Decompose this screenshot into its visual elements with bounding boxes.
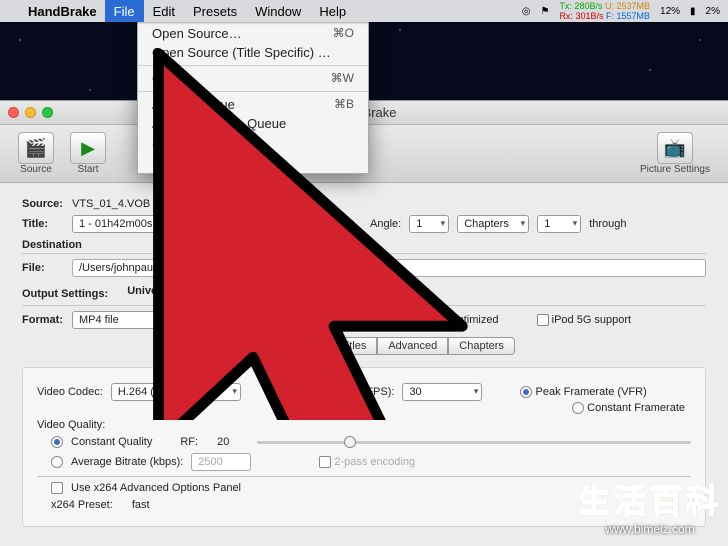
corner-percent: 2% xyxy=(706,6,720,17)
quality-slider[interactable] xyxy=(257,441,691,444)
two-pass-label: 2-pass encoding xyxy=(334,456,415,468)
os-menubar: HandBrake File Edit Presets Window Help … xyxy=(0,0,728,22)
title-label: Title: xyxy=(22,218,64,230)
network-stats: Tx: 280B/s U: 2537MB Rx: 301B/s F: 1557M… xyxy=(559,1,650,21)
source-value: VTS_01_4.VOB xyxy=(72,198,150,210)
menubar-icon-creative[interactable]: ◎ xyxy=(522,6,531,17)
menu-add-all-titles[interactable]: Add All Titles To Queue xyxy=(138,114,368,133)
menu-start-encoding[interactable]: Start Encoding xyxy=(138,133,368,152)
peak-framerate-radio[interactable] xyxy=(520,386,532,398)
ipod-checkbox[interactable] xyxy=(537,314,549,326)
source-label: Source: xyxy=(22,198,64,210)
average-bitrate-radio[interactable] xyxy=(51,456,63,468)
start-button[interactable]: ▶Start xyxy=(64,132,112,175)
web-optimized-label: Web optimized xyxy=(426,314,499,326)
constant-framerate-radio[interactable] xyxy=(572,402,584,414)
source-button[interactable]: 🎬Source xyxy=(12,132,60,175)
menu-open-source[interactable]: Open Source…⌘O xyxy=(138,24,368,43)
battery-percent: 12% xyxy=(660,6,680,17)
file-label: File: xyxy=(22,262,64,274)
tab-advanced[interactable]: Advanced xyxy=(377,337,448,355)
adv-panel-label: Use x264 Advanced Options Panel xyxy=(71,482,241,494)
adv-panel-checkbox[interactable] xyxy=(51,482,63,494)
peak-framerate-label: Peak Framerate (VFR) xyxy=(536,386,647,398)
format-select[interactable]: MP4 file xyxy=(72,311,202,329)
menubar-icon-flag[interactable]: ⚑ xyxy=(540,6,549,17)
quality-label: Video Quality: xyxy=(37,419,105,431)
divider xyxy=(22,253,706,254)
web-optimized-checkbox[interactable] xyxy=(411,314,423,326)
large-file-label: Large file size xyxy=(305,314,373,326)
codec-label: Video Codec: xyxy=(37,386,103,398)
watermark: 生活百科 www.bimeiz.com xyxy=(578,476,722,536)
output-settings-label: Output Settings: xyxy=(22,288,108,300)
menu-separator xyxy=(138,91,368,92)
tab-video[interactable]: Video xyxy=(213,337,263,355)
destination-section: Destination xyxy=(22,239,706,251)
app-menu[interactable]: HandBrake xyxy=(20,4,105,19)
angle-select[interactable]: 1 xyxy=(409,215,449,233)
battery-icon: ▮ xyxy=(690,6,696,17)
large-file-checkbox[interactable] xyxy=(290,314,302,326)
watermark-text: 生活百科 xyxy=(578,476,722,522)
codec-select[interactable]: H.264 (x264) xyxy=(111,383,241,401)
constant-quality-label: Constant Quality xyxy=(71,436,152,448)
through-label: through xyxy=(589,218,626,230)
rf-value: 20 xyxy=(217,436,229,448)
fps-select[interactable]: 30 xyxy=(402,383,482,401)
menu-close[interactable]: Close⌘W xyxy=(138,69,368,88)
average-bitrate-label: Average Bitrate (kbps): xyxy=(71,456,183,468)
menu-pause-encoding: Pause Encoding xyxy=(138,152,368,171)
menu-open-source-title[interactable]: Open Source (Title Specific) … xyxy=(138,43,368,62)
menu-presets[interactable]: Presets xyxy=(184,0,246,22)
menu-separator xyxy=(138,65,368,66)
picture-settings-button[interactable]: 📺Picture Settings xyxy=(634,132,716,175)
constant-quality-radio[interactable] xyxy=(51,436,63,448)
ipod-label: iPod 5G support xyxy=(552,314,632,326)
watermark-url: www.bimeiz.com xyxy=(578,522,722,536)
menu-add-to-queue[interactable]: Add To Queue⌘B xyxy=(138,95,368,114)
x264-preset-label: x264 Preset: xyxy=(51,499,113,511)
divider xyxy=(22,305,706,306)
x264-preset-value: fast xyxy=(132,499,150,511)
tabstrip: Video Audio Subtitles Advanced Chapters xyxy=(22,337,706,355)
chapter-from-select[interactable]: 1 xyxy=(537,215,581,233)
menu-help[interactable]: Help xyxy=(310,0,355,22)
output-preset: Universal xyxy=(127,285,177,297)
constant-framerate-label: Constant Framerate xyxy=(587,402,685,414)
bitrate-field[interactable]: 2500 xyxy=(191,453,251,471)
menu-window[interactable]: Window xyxy=(246,0,310,22)
file-menu-dropdown: Open Source…⌘O Open Source (Title Specif… xyxy=(137,22,369,174)
tab-audio[interactable]: Audio xyxy=(263,337,313,355)
fps-label: Framerate (FPS): xyxy=(309,386,395,398)
menu-edit[interactable]: Edit xyxy=(144,0,184,22)
tab-chapters[interactable]: Chapters xyxy=(448,337,515,355)
two-pass-checkbox xyxy=(319,456,331,468)
rf-label: RF: xyxy=(180,436,198,448)
mode-select[interactable]: Chapters xyxy=(457,215,529,233)
menu-file[interactable]: File xyxy=(105,0,144,22)
format-label: Format: xyxy=(22,314,64,326)
tab-subtitles[interactable]: Subtitles xyxy=(313,337,377,355)
angle-label: Angle: xyxy=(370,218,401,230)
file-field[interactable]: /Users/johnpaulapostol/Desktop/VTS_01_4.… xyxy=(72,259,706,277)
title-select[interactable]: 1 - 01h42m00s xyxy=(72,215,322,233)
